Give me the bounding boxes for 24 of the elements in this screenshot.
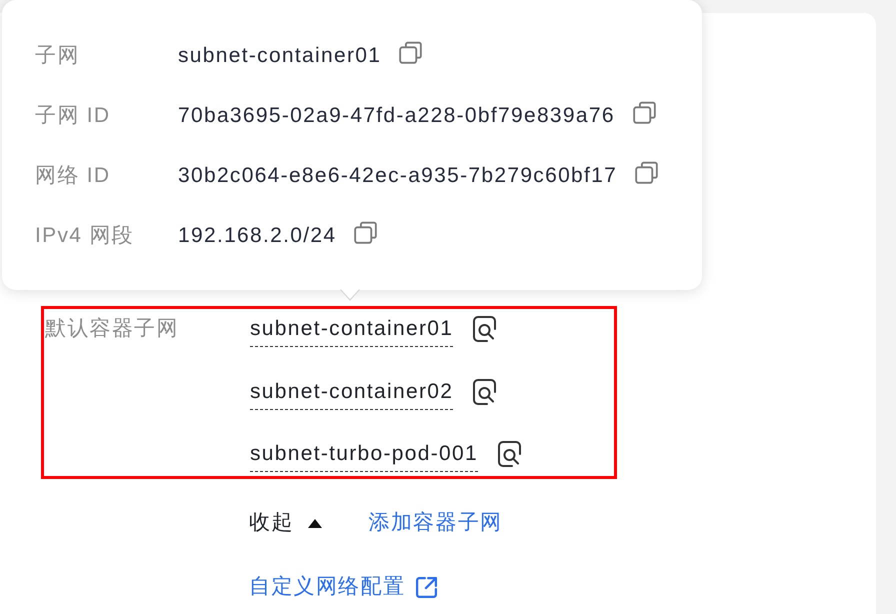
field-value: subnet-container01 [178,43,382,69]
subnet-link[interactable]: subnet-container02 [250,378,454,410]
field-value: 70ba3695-02a9-47fd-a228-0bf79e839a76 [178,103,615,129]
collapse-toggle[interactable]: 收起 [249,509,294,537]
add-subnet-link[interactable]: 添加容器子网 [368,509,502,537]
field-value: 30b2c064-e8e6-42ec-a935-7b279c60bf17 [178,163,618,189]
search-icon[interactable] [473,316,498,342]
subnet-link[interactable]: subnet-container01 [250,315,454,347]
field-label: 网络 ID [35,163,112,189]
external-link-icon[interactable] [416,576,438,598]
caret-icon[interactable] [308,518,322,528]
custom-network-link[interactable]: 自定义网络配置 [249,573,406,601]
search-icon[interactable] [473,378,498,404]
subnet-link[interactable]: subnet-turbo-pod-001 [250,440,478,472]
copy-icon[interactable] [632,100,656,124]
field-label: 默认容器子网 [44,316,180,342]
field-label: IPv4 网段 [35,223,135,249]
field-value: 192.168.2.0/24 [178,223,336,249]
copy-icon[interactable] [354,220,378,244]
field-label: 子网 [35,43,81,69]
field-label: 子网 ID [35,103,112,129]
search-icon[interactable] [498,441,522,467]
copy-icon[interactable] [399,40,422,64]
copy-icon[interactable] [635,160,658,184]
